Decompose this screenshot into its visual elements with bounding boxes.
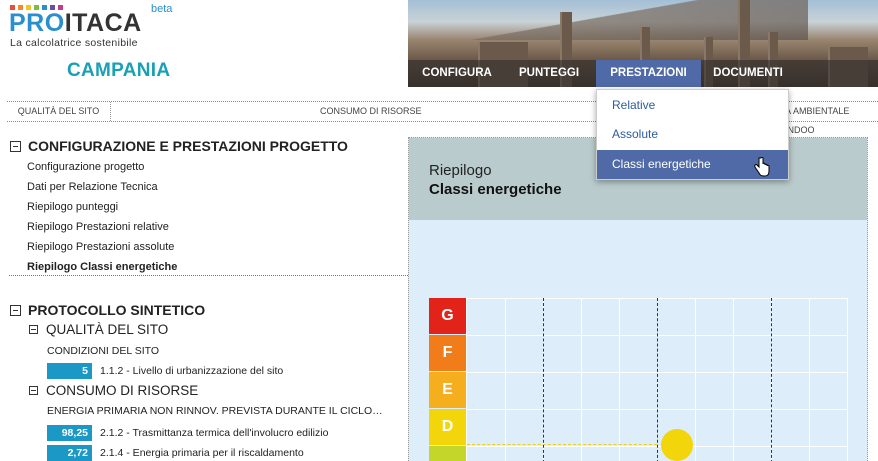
grid-line <box>847 298 848 461</box>
criterion-row[interactable]: 2,72 2.1.4 - Energia primaria per il ris… <box>47 445 304 461</box>
link-riepilogo-prestazioni-relative[interactable]: Riepilogo Prestazioni relative <box>27 221 169 233</box>
grid-line <box>429 372 847 373</box>
criterion-row[interactable]: 5 1.1.2 - Livello di urbanizzazione del … <box>47 363 283 379</box>
collapse-icon[interactable] <box>29 386 38 395</box>
category-label: ENERGIA PRIMARIA NON RINNOV. PREVISTA DU… <box>47 405 383 417</box>
link-riepilogo-punteggi[interactable]: Riepilogo punteggi <box>27 201 118 213</box>
collapse-icon[interactable] <box>10 304 21 316</box>
reference-line <box>771 298 772 461</box>
grid-line <box>733 298 734 461</box>
nav-punteggi[interactable]: PUNTEGGI <box>509 60 589 87</box>
class-badge-d: D <box>429 409 466 445</box>
class-badge-c <box>429 446 466 461</box>
grid-line <box>695 298 696 461</box>
dropdown-item-relative[interactable]: Relative <box>597 91 788 120</box>
tagline: La calcolatrice sostenibile <box>10 37 138 49</box>
region-title: CAMPANIA <box>67 60 171 81</box>
subsection-consumo-title: CONSUMO DI RISORSE <box>46 383 199 398</box>
criterion-label: 2.1.4 - Energia primaria per il riscalda… <box>100 447 304 459</box>
section-config-title: CONFIGURAZIONE E PRESTAZIONI PROGETTO <box>28 138 348 154</box>
link-riepilogo-prestazioni-assolute[interactable]: Riepilogo Prestazioni assolute <box>27 241 174 253</box>
section-divider <box>9 275 408 276</box>
banner-mountain <box>468 0 808 40</box>
section-protocollo-heading[interactable]: PROTOCOLLO SINTETICO <box>10 302 205 318</box>
grid-line <box>581 298 582 461</box>
score-badge: 98,25 <box>47 425 92 441</box>
subsection-consumo-heading[interactable]: CONSUMO DI RISORSE <box>29 383 198 398</box>
grid-line <box>505 298 506 461</box>
brand-pro: PRO <box>9 9 65 37</box>
grid-line <box>466 298 467 461</box>
nav-documenti[interactable]: DOCUMENTI <box>708 60 788 87</box>
grid-line <box>429 446 847 447</box>
tab-qualita-ambientale-indoor[interactable]: À AMBIENTALE INDOO <box>785 102 878 135</box>
tab-qualita-del-sito[interactable]: QUALITÀ DEL SITO <box>7 102 111 121</box>
collapse-icon[interactable] <box>10 140 21 152</box>
marker-guide-line <box>467 444 657 445</box>
link-dati-relazione-tecnica[interactable]: Dati per Relazione Tecnica <box>27 181 158 193</box>
class-badge-f: F <box>429 335 466 371</box>
grid-line <box>429 298 847 299</box>
category-label: CONDIZIONI DEL SITO <box>47 345 160 357</box>
energy-class-grid: G F E D <box>429 298 848 461</box>
score-badge: 5 <box>47 363 92 379</box>
energy-class-marker[interactable] <box>661 429 693 461</box>
class-badge-e: E <box>429 372 466 408</box>
nav-configura[interactable]: CONFIGURA <box>416 60 498 87</box>
logo[interactable]: PROITACA beta La calcolatrice sostenibil… <box>9 2 179 57</box>
grid-line <box>809 298 810 461</box>
subsection-qualita-title: QUALITÀ DEL SITO <box>46 322 169 337</box>
link-riepilogo-classi-energetiche[interactable]: Riepilogo Classi energetiche <box>27 261 177 273</box>
class-badge-g: G <box>429 298 466 334</box>
hand-cursor-icon <box>754 157 770 177</box>
main-nav: CONFIGURA PUNTEGGI PRESTAZIONI DOCUMENTI <box>408 60 878 87</box>
score-badge: 2,72 <box>47 445 92 461</box>
brand-name: PROITACA <box>9 9 142 37</box>
panel-title: Riepilogo <box>429 162 492 179</box>
tab-consumo-di-risorse[interactable]: CONSUMO DI RISORSE <box>320 102 422 121</box>
dropdown-item-assolute[interactable]: Assolute <box>597 120 788 149</box>
criterion-label: 1.1.2 - Livello di urbanizzazione del si… <box>100 365 284 377</box>
energy-class-panel: Riepilogo Classi energetiche G F E D <box>408 137 868 461</box>
section-protocollo-title: PROTOCOLLO SINTETICO <box>28 302 206 318</box>
grid-line <box>429 409 847 410</box>
panel-subtitle: Classi energetiche <box>429 181 562 198</box>
grid-line <box>619 298 620 461</box>
reference-line <box>657 298 658 461</box>
grid-line <box>429 335 847 336</box>
brand-itaca: ITACA <box>64 9 142 37</box>
beta-label: beta <box>151 3 173 15</box>
nav-prestazioni[interactable]: PRESTAZIONI <box>596 60 701 87</box>
collapse-icon[interactable] <box>29 325 38 334</box>
reference-line <box>543 298 544 461</box>
subsection-qualita-heading[interactable]: QUALITÀ DEL SITO <box>29 322 168 337</box>
criterion-label: 2.1.2 - Trasmittanza termica dell'involu… <box>100 427 329 439</box>
link-configurazione-progetto[interactable]: Configurazione progetto <box>27 161 144 173</box>
criterion-row[interactable]: 98,25 2.1.2 - Trasmittanza termica dell'… <box>47 425 328 441</box>
section-config-heading[interactable]: CONFIGURAZIONE E PRESTAZIONI PROGETTO <box>10 138 348 154</box>
